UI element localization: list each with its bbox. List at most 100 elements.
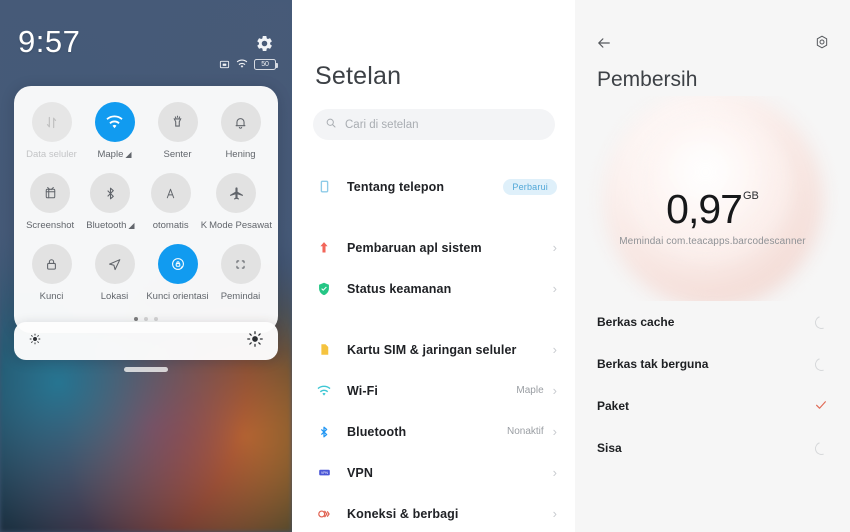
settings-row-label: Status keamanan <box>347 281 452 296</box>
screenshot-icon <box>30 173 71 213</box>
cleaner-row-sisa[interactable]: Sisa <box>575 427 850 469</box>
cleaner-row-berkas-cache[interactable]: Berkas cache <box>575 301 850 343</box>
quick-settings-panel: 9:57 50 Data seluler Maple ◢ Senter Heni… <box>0 0 292 532</box>
scan-size-block: 0,97GB Memindai com.teacapps.barcodescan… <box>575 186 850 247</box>
tile-label: K Mode Pesawat <box>201 220 272 231</box>
brightness-slider[interactable] <box>14 322 278 360</box>
drag-handle[interactable] <box>124 367 168 372</box>
chevron-right-icon: › <box>552 383 557 398</box>
tile-label: Bluetooth ◢ <box>86 220 134 231</box>
loading-spinner-icon <box>812 439 831 457</box>
bluetooth-icon <box>90 173 131 213</box>
settings-row-wifi[interactable]: Wi-Fi Maple › <box>293 370 575 411</box>
tile-data-seluler[interactable]: Data seluler <box>20 102 83 173</box>
signal-icon: ◢ <box>128 220 135 230</box>
page-title: Setelan <box>315 62 402 90</box>
search-input[interactable] <box>345 118 543 131</box>
scan-size-unit: GB <box>742 190 759 202</box>
scan-status-text: Memindai com.teacapps.barcodescanner <box>619 236 806 247</box>
search-bar[interactable] <box>313 109 555 140</box>
tile-screenshot[interactable]: Screenshot <box>20 173 80 244</box>
loading-spinner-icon <box>812 313 831 331</box>
tile-label-text: Mode Pesawat <box>209 220 272 231</box>
auto-brightness-icon <box>150 173 191 213</box>
tile-label: otomatis <box>152 220 189 231</box>
tile-pemindai[interactable]: Pemindai <box>209 244 272 315</box>
settings-row-label: Tentang telepon <box>347 179 445 194</box>
settings-row-label: Wi-Fi <box>347 383 378 398</box>
status-bar: 9:57 50 <box>0 0 292 86</box>
settings-row-label: Pembaruan apl sistem <box>347 240 482 255</box>
cleaner-row-paket[interactable]: Paket <box>575 385 850 427</box>
quick-tiles-row-2: Screenshot Bluetooth ◢ otomatis K Mode P… <box>20 173 272 244</box>
tile-label: Hening <box>225 149 256 160</box>
settings-group-2: Pembaruan apl sistem › Status keamanan › <box>293 223 575 313</box>
screenshot-root: 9:57 50 Data seluler Maple ◢ Senter Heni… <box>0 0 850 532</box>
settings-row-label: VPN <box>347 465 374 480</box>
settings-group-1: Tentang telepon Perbarui <box>293 162 575 211</box>
tile-lokasi[interactable]: Lokasi <box>83 244 146 315</box>
battery-level-label: 50 <box>261 60 269 68</box>
settings-row-koneksi-berbagi[interactable]: Koneksi & berbagi › <box>293 493 575 532</box>
lock-icon <box>31 244 72 284</box>
check-icon <box>814 398 828 414</box>
tile-wifi-maple[interactable]: Maple ◢ <box>83 102 146 173</box>
system-update-icon <box>313 240 335 256</box>
wifi-icon <box>313 383 335 399</box>
page-dot-1[interactable] <box>134 317 138 321</box>
settings-group-3: Kartu SIM & jaringan seluler › Wi-Fi Map… <box>293 325 575 532</box>
tile-label: Senter <box>163 149 192 160</box>
scanner-icon <box>220 244 261 284</box>
tile-label: Pemindai <box>220 291 261 302</box>
tile-hening[interactable]: Hening <box>209 102 272 173</box>
cleaner-row-berkas-tak-berguna[interactable]: Berkas tak berguna <box>575 343 850 385</box>
tile-label-text: Bluetooth <box>86 220 127 231</box>
cleaner-row-label: Sisa <box>597 441 622 455</box>
cleaner-row-label: Berkas cache <box>597 315 675 329</box>
settings-row-tentang-telepon[interactable]: Tentang telepon Perbarui <box>293 166 575 207</box>
settings-row-label: Koneksi & berbagi <box>347 506 459 521</box>
signal-icon: ◢ <box>125 149 132 159</box>
cleaner-panel: Pembersih 0,97GB Memindai com.teacapps.b… <box>575 0 850 532</box>
vpn-icon: VPN <box>313 465 335 480</box>
airplane-icon <box>216 173 257 213</box>
tile-kunci-orientasi[interactable]: Kunci orientasi <box>146 244 209 315</box>
tile-mode-pesawat[interactable]: K Mode Pesawat <box>201 173 272 244</box>
scan-size-value: 0,97 <box>666 186 743 232</box>
tile-senter[interactable]: Senter <box>146 102 209 173</box>
chevron-right-icon: › <box>552 506 557 521</box>
settings-row-pembaruan-apl-sistem[interactable]: Pembaruan apl sistem › <box>293 227 575 268</box>
gear-icon[interactable] <box>814 34 830 55</box>
phone-info-icon <box>313 179 335 194</box>
bluetooth-icon <box>313 424 335 440</box>
tile-label: Kunci <box>39 291 64 302</box>
sharing-icon <box>313 506 335 522</box>
back-arrow-icon[interactable] <box>595 34 613 57</box>
status-badge[interactable]: Perbarui <box>503 178 557 195</box>
sim-card-icon <box>313 342 335 357</box>
tile-kecerahan-otomatis[interactable]: otomatis <box>141 173 201 244</box>
chevron-right-icon: › <box>552 424 557 439</box>
settings-row-kartu-sim[interactable]: Kartu SIM & jaringan seluler › <box>293 329 575 370</box>
quick-tiles-row-1: Data seluler Maple ◢ Senter Hening <box>20 102 272 173</box>
scan-visual: 0,97GB Memindai com.teacapps.barcodescan… <box>575 96 850 301</box>
svg-text:VPN: VPN <box>321 471 328 475</box>
tile-bluetooth[interactable]: Bluetooth ◢ <box>80 173 140 244</box>
page-dot-2[interactable] <box>144 317 148 321</box>
status-bar-clock: 9:57 <box>18 24 81 59</box>
wifi-status-icon <box>236 58 248 70</box>
page-dot-3[interactable] <box>154 317 158 321</box>
tile-kunci[interactable]: Kunci <box>20 244 83 315</box>
tile-label: Data seluler <box>26 149 77 160</box>
settings-row-label: Bluetooth <box>347 424 407 439</box>
gear-icon[interactable] <box>255 34 274 53</box>
bell-icon <box>220 102 261 142</box>
settings-row-bluetooth[interactable]: Bluetooth Nonaktif › <box>293 411 575 452</box>
search-icon <box>325 116 337 134</box>
settings-row-status-keamanan[interactable]: Status keamanan › <box>293 268 575 309</box>
settings-row-vpn[interactable]: VPN VPN › <box>293 452 575 493</box>
mobile-data-icon <box>31 102 72 142</box>
battery-icon: 50 <box>254 58 278 70</box>
flashlight-icon <box>157 102 198 142</box>
wifi-icon <box>94 102 135 142</box>
